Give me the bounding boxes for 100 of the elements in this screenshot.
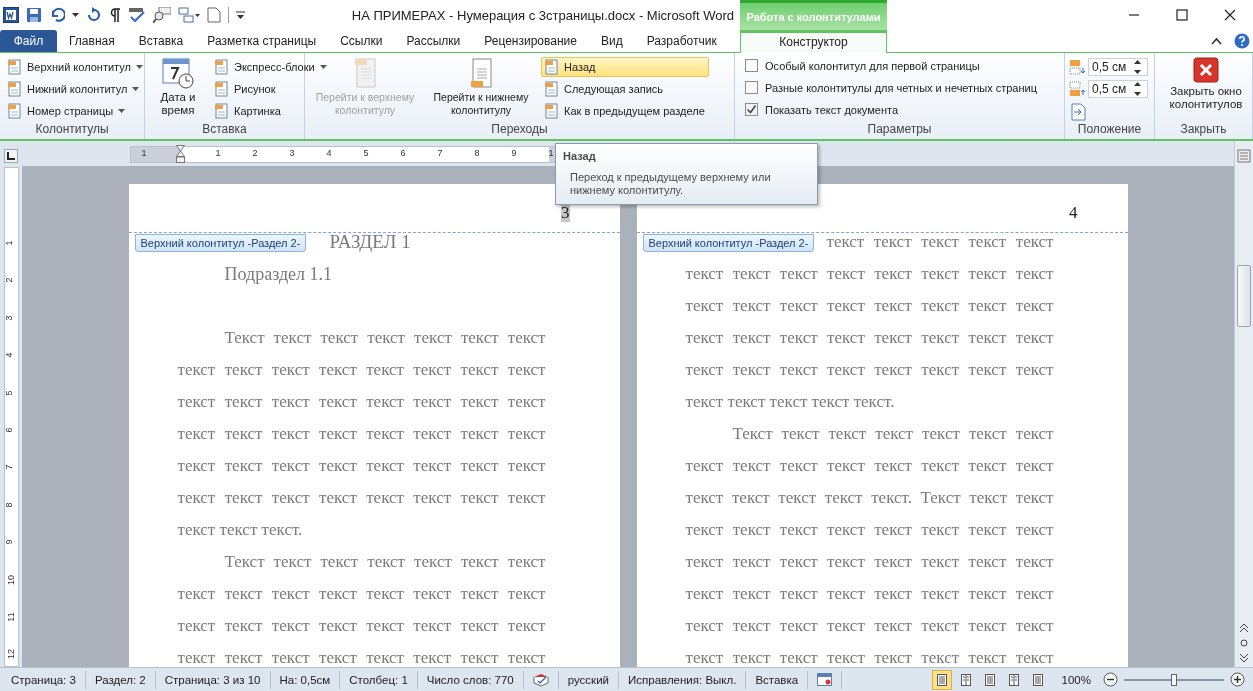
large-ribbon-button[interactable]: Дата и время — [149, 56, 207, 117]
close-icon[interactable] — [1224, 9, 1236, 21]
document-icon — [545, 81, 559, 97]
ruler-number: 7 — [437, 148, 443, 158]
spell-check-icon[interactable] — [128, 7, 146, 23]
checkbox[interactable] — [745, 81, 758, 94]
ribbon-button[interactable]: Как в предыдущем разделе — [541, 101, 709, 121]
zoom-slider-thumb[interactable] — [1171, 673, 1177, 686]
pilcrow-icon[interactable] — [109, 7, 121, 23]
view-mode-button[interactable] — [931, 669, 952, 690]
magnifier-icon[interactable] — [153, 7, 171, 23]
ribbon-button[interactable]: Экспресс-блоки — [211, 57, 331, 77]
text-line: текст текст текст текст текст текст текст текст — [685, 583, 1054, 605]
ruler-number: 1 — [215, 148, 221, 158]
scroll-navigation-drawing[interactable] — [1238, 622, 1250, 664]
group-label: Переходы — [490, 122, 549, 138]
file-tab[interactable]: Файл — [0, 30, 57, 52]
ruler-number: 1 — [548, 148, 554, 158]
ribbon-tab[interactable]: Ссылки — [328, 30, 395, 52]
tab-selector-button[interactable] — [4, 149, 18, 163]
ruler-number: 2 — [3, 277, 13, 283]
text-line: текст текст текст текст текст текст текст текст — [685, 551, 1054, 573]
dropdown-caret-icon[interactable] — [72, 13, 79, 17]
spinner-arrows-icon[interactable] — [1134, 82, 1141, 96]
scrollbar-thumb[interactable] — [1237, 265, 1251, 327]
text-line: текст текст текст текст текст текст текст текст — [177, 647, 546, 667]
ruler-number: 2 — [252, 148, 258, 158]
ribbon-tab[interactable]: Рецензирование — [472, 30, 589, 52]
page-view-icon — [935, 673, 948, 686]
tooltip-title: Назад — [563, 150, 597, 162]
dropdown-caret-icon — [135, 65, 143, 69]
ribbon-button[interactable]: Нижний колонтитул — [4, 79, 147, 99]
status-item[interactable]: Раздел: 2 — [85, 670, 156, 689]
spinner-arrows-icon[interactable] — [1134, 60, 1141, 74]
document-icon — [353, 57, 377, 89]
status-item[interactable]: Страница: 3 — [2, 670, 86, 689]
window-title: НА ПРИМЕРАХ - Нумерация с 3страницы.docx - Microsoft Word — [351, 7, 735, 23]
undo-icon[interactable] — [49, 7, 65, 23]
status-item[interactable]: Столбец: 1 — [340, 670, 418, 689]
collapse-ribbon-icon[interactable] — [1211, 37, 1222, 45]
text-line: текст текст текст. — [177, 519, 304, 541]
dropdown-caret-icon — [118, 109, 126, 113]
ribbon-button[interactable]: Картинка — [211, 101, 331, 121]
ribbon-button[interactable]: Верхний колонтитул — [4, 57, 147, 77]
proofing-book-icon[interactable] — [532, 672, 549, 687]
status-item[interactable]: русский — [558, 670, 619, 689]
large-ribbon-button[interactable]: Перейти к нижнему колонтитулу — [425, 56, 537, 117]
layout-icon[interactable] — [178, 7, 200, 23]
group-label: Колонтитулы — [34, 122, 110, 138]
ribbon-tab[interactable]: Конструктор — [740, 30, 887, 53]
ribbon-tab[interactable]: Рассылки — [394, 30, 473, 52]
text-line: текст текст текст текст текст текст текст текст — [685, 647, 1054, 667]
alignment-tab-icon[interactable] — [1070, 103, 1086, 121]
ruler-number: 8 — [474, 148, 480, 158]
checkbox[interactable] — [745, 103, 758, 116]
text-line: текст текст текст текст текст текст текст текст — [685, 295, 1054, 317]
ribbon-button[interactable]: Назад — [541, 57, 709, 77]
ribbon-tab[interactable]: Главная — [57, 30, 127, 52]
calendar-clock-icon — [162, 57, 194, 89]
page-number: 4 — [1069, 204, 1078, 222]
maximize-icon[interactable] — [1176, 9, 1188, 21]
zoom-in-icon[interactable] — [1230, 672, 1245, 687]
ruler-number: 7 — [3, 464, 13, 470]
ribbon-button[interactable]: Номер страницы — [4, 101, 147, 121]
save-icon[interactable] — [26, 7, 42, 23]
status-item[interactable]: Исправления: Выкл. — [619, 670, 747, 689]
text-line: текст текст текст текст текст текст текст текст — [177, 359, 546, 381]
status-item[interactable]: Вставка — [746, 670, 809, 689]
spin-field[interactable]: 0,5 см — [1088, 58, 1148, 76]
large-ribbon-button[interactable]: Закрыть окно колонтитулов — [1159, 56, 1253, 111]
status-item[interactable]: Страница: 3 из 10 — [155, 670, 271, 689]
margin-icon — [1069, 81, 1085, 97]
zoom-level[interactable]: 100% — [1061, 673, 1091, 686]
header-label: Верхний колонтитул -Раздел 2- — [642, 234, 815, 252]
page-view-icon — [983, 673, 996, 686]
ribbon-button[interactable]: Следующая запись — [541, 79, 709, 99]
new-document-icon[interactable] — [207, 7, 221, 23]
ribbon-tab[interactable]: Вид — [588, 30, 635, 52]
ribbon-tab[interactable]: Разметка страницы — [195, 30, 329, 52]
status-item[interactable]: Число слов: 770 — [417, 670, 524, 689]
checkbox[interactable] — [745, 59, 758, 72]
status-item[interactable]: На: 0,5см — [270, 670, 341, 689]
redo-icon[interactable] — [86, 7, 102, 23]
customize-menu-icon[interactable] — [236, 10, 245, 20]
ruler-number: 1 — [3, 240, 13, 246]
tooltip-text: Переход к предыдущему верхнему или нижнему колонтитулу. — [569, 171, 772, 197]
spin-field[interactable]: 0,5 см — [1088, 80, 1148, 98]
macro-record-icon[interactable] — [817, 673, 833, 686]
ruler-number: 8 — [3, 502, 13, 508]
document-icon — [545, 103, 559, 119]
text-line: текст текст текст текст текст текст текст текст — [177, 615, 546, 637]
help-icon[interactable] — [1234, 33, 1250, 49]
ribbon-tab[interactable]: Разработчик — [634, 30, 729, 52]
ruler-number: 9 — [3, 539, 13, 545]
zoom-out-icon[interactable] — [1103, 672, 1118, 687]
ribbon-tab[interactable]: Вставка — [126, 30, 196, 52]
indent-marker-icon[interactable] — [176, 145, 185, 163]
section-heading: РАЗДЕЛ 1 — [329, 230, 411, 254]
document-icon — [215, 103, 229, 119]
text-line: Текст текст текст текст текст текст текст — [224, 327, 546, 349]
